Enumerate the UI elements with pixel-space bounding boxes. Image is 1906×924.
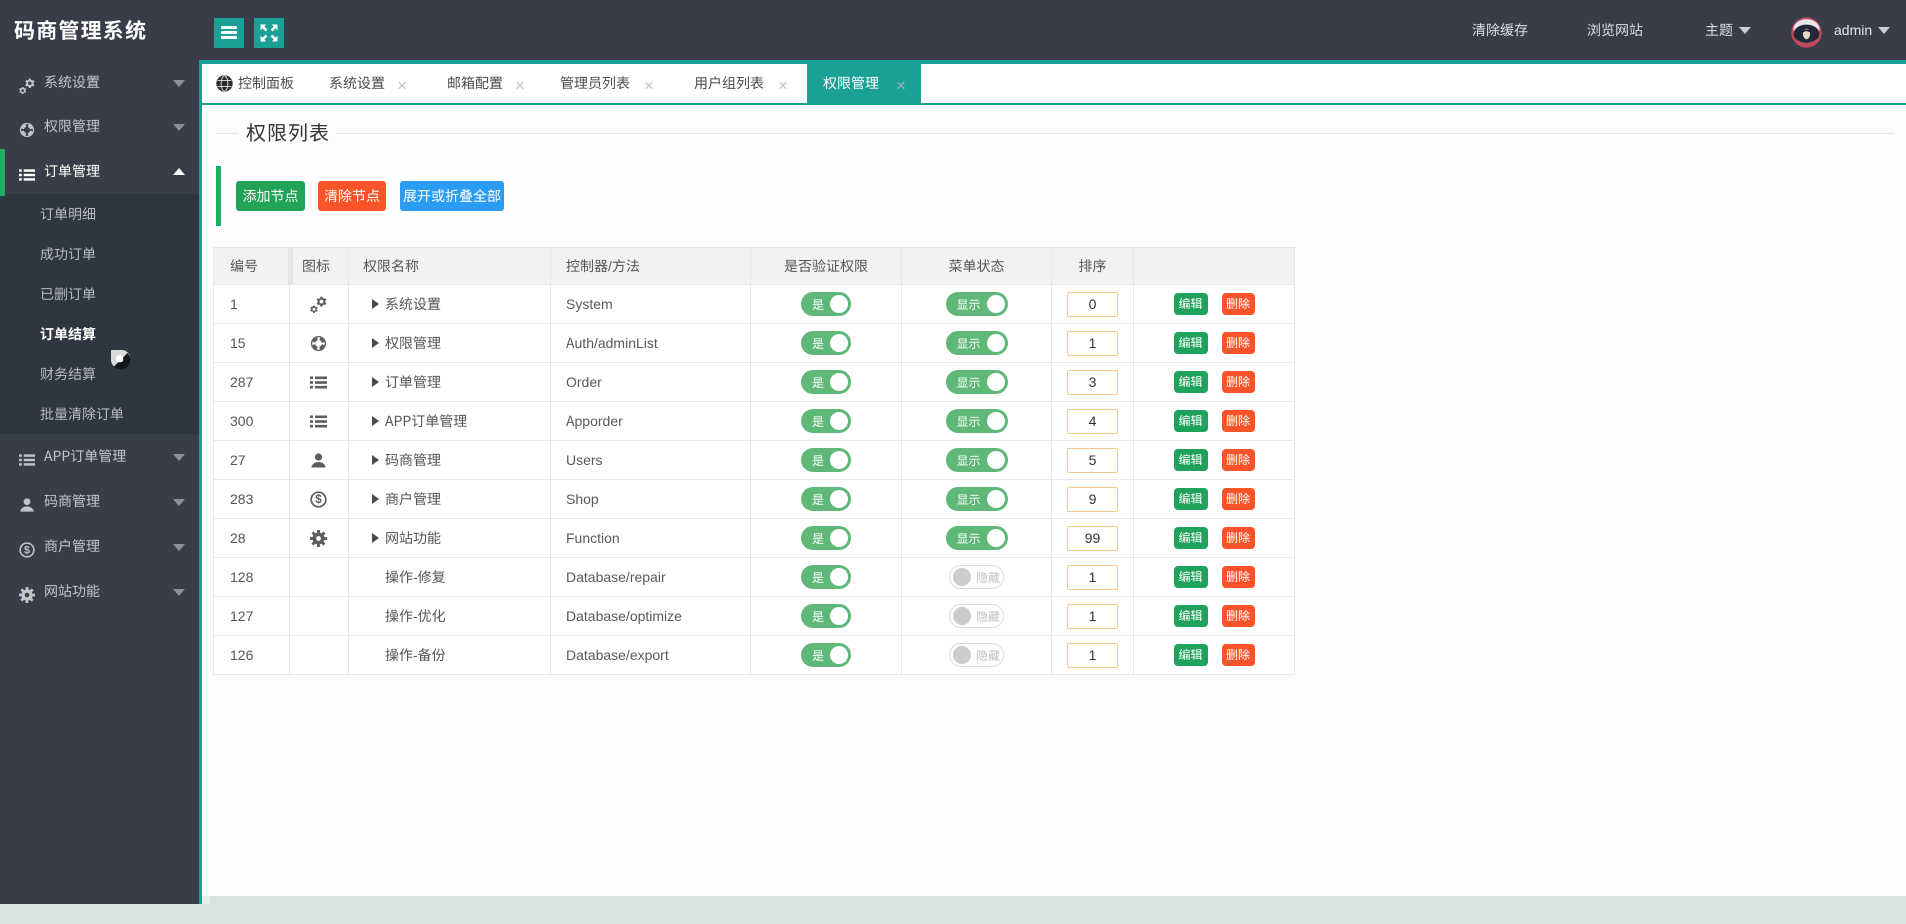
svg-text:$: $ (24, 545, 30, 557)
svg-text:$: $ (315, 494, 322, 506)
